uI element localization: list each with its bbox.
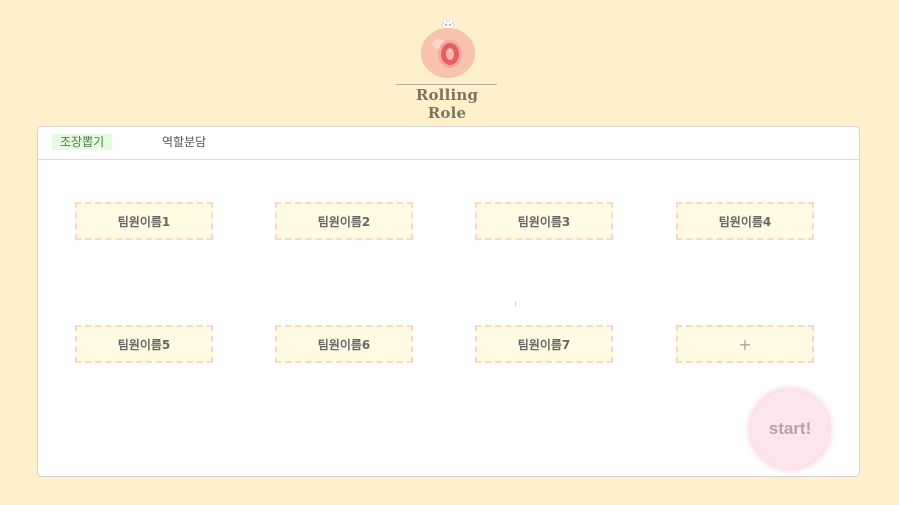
- member-slot[interactable]: 팀원이름3: [475, 202, 613, 240]
- member-slot[interactable]: 팀원이름6: [275, 325, 413, 363]
- add-member-button[interactable]: +: [676, 325, 814, 363]
- member-slot[interactable]: 팀원이름7: [475, 325, 613, 363]
- logo-divider: [396, 84, 497, 85]
- strawberry-mascot-icon: [421, 18, 475, 78]
- member-slot[interactable]: 팀원이름1: [75, 202, 213, 240]
- tab-bar: 조장뽑기 역할분담: [38, 127, 859, 160]
- member-slot[interactable]: 팀원이름2: [275, 202, 413, 240]
- app-page: Rolling Role 조장뽑기 역할분담 팀원이름1 팀원이름2 팀원이름3…: [0, 0, 899, 505]
- tab-leader-draw[interactable]: 조장뽑기: [52, 134, 113, 150]
- member-slot[interactable]: 팀원이름5: [75, 325, 213, 363]
- tab-role-assign[interactable]: 역할분담: [162, 134, 206, 150]
- start-button[interactable]: start!: [751, 390, 829, 468]
- member-slot[interactable]: 팀원이름4: [676, 202, 814, 240]
- main-panel: 조장뽑기 역할분담 팀원이름1 팀원이름2 팀원이름3 팀원이름4 팀원이름5 …: [37, 126, 860, 477]
- divider-mark: [515, 301, 516, 306]
- app-logo: Rolling Role: [396, 18, 500, 122]
- brand-name: Rolling Role: [415, 86, 479, 122]
